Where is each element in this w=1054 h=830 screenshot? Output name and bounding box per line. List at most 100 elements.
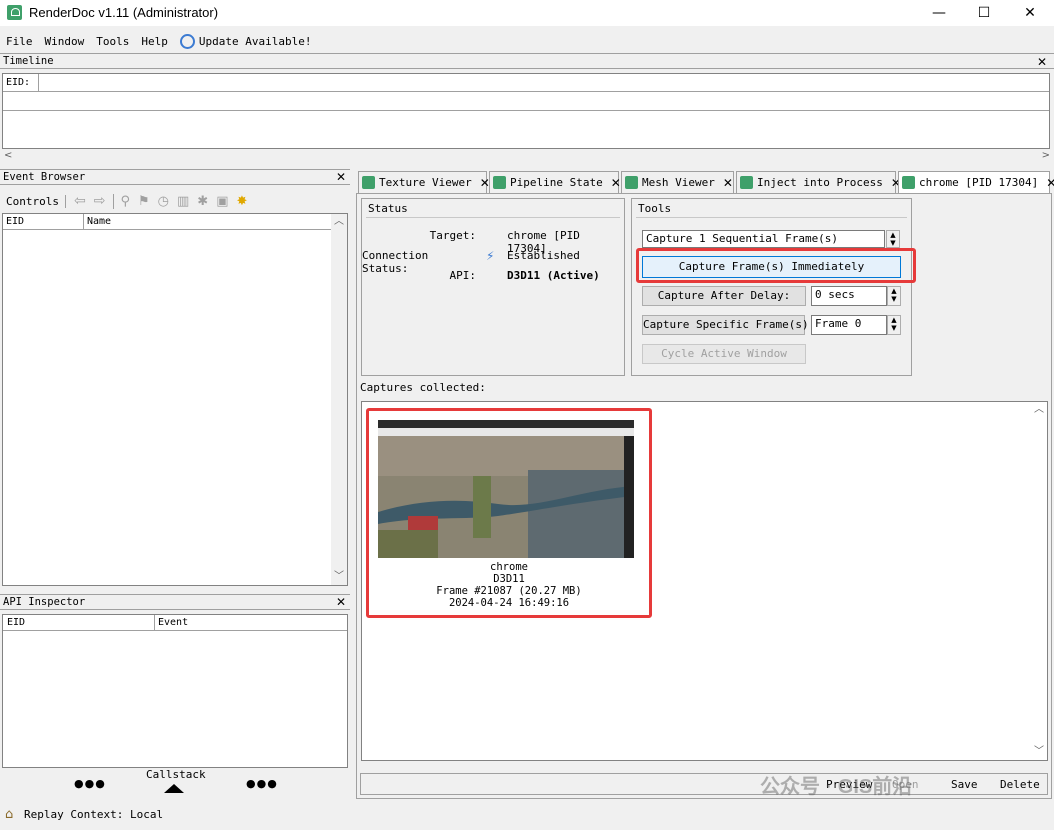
timeline-close-icon[interactable]: ✕: [1035, 55, 1049, 69]
renderdoc-tab-icon: [362, 176, 375, 189]
cycle-active-window-button[interactable]: Cycle Active Window: [642, 344, 806, 364]
scroll-down-icon[interactable]: ﹀: [1031, 744, 1047, 760]
column-divider: [83, 214, 84, 229]
back-arrow-icon[interactable]: ⇦: [74, 193, 86, 209]
update-available-link[interactable]: Update Available!: [179, 33, 312, 49]
timeline-title: Timeline: [3, 55, 54, 67]
event-browser-tree[interactable]: EID Name ︿ ﹀: [2, 213, 348, 586]
event-browser-toolbar: Controls ⇦ ⇨ ⚲ ⚑ ◷ ▥ ✱ ▣ ✸: [2, 189, 348, 213]
delay-field[interactable]: 0 secs: [811, 286, 887, 306]
window-title: RenderDoc v1.11 (Administrator): [29, 5, 219, 20]
capture-frame: Frame #21087 (20.27 MB): [436, 585, 582, 597]
column-eid[interactable]: EID: [6, 214, 24, 229]
timeline-divider: [3, 110, 1049, 111]
callstack-label[interactable]: Callstack: [146, 768, 206, 781]
save-button[interactable]: Save: [951, 778, 978, 791]
renderdoc-tab-icon: [902, 176, 915, 189]
tab-close-icon[interactable]: ✕: [1046, 176, 1054, 190]
tab-mesh-viewer[interactable]: Mesh Viewer ✕: [621, 171, 734, 193]
column-eid[interactable]: EID: [7, 615, 25, 630]
scroll-up-icon[interactable]: ︿: [331, 214, 347, 230]
callstack-splitter-left-dots[interactable]: ●●●: [74, 777, 106, 790]
capture-immediately-button[interactable]: Capture Frame(s) Immediately: [642, 256, 901, 278]
tab-label: Mesh Viewer: [642, 176, 715, 189]
scroll-up-icon[interactable]: ︿: [1031, 402, 1047, 418]
home-icon: ⌂: [5, 807, 14, 822]
tab-close-icon[interactable]: ✕: [611, 176, 621, 190]
menu-tools[interactable]: Tools: [96, 35, 129, 48]
capture-name: chrome: [490, 561, 528, 573]
tab-pipeline-state[interactable]: Pipeline State ✕: [489, 171, 621, 193]
renderdoc-tab-icon: [625, 176, 638, 189]
api-inspector-header: API Inspector: [0, 594, 350, 610]
api-inspector-tree[interactable]: EID Event: [2, 614, 348, 768]
menu-file[interactable]: File: [6, 35, 33, 48]
captures-scrollbar[interactable]: ︿ ﹀: [1031, 402, 1047, 760]
event-browser-column-header: EID Name: [3, 214, 332, 230]
statistics-chart-icon[interactable]: ▥: [177, 194, 189, 209]
scroll-right-icon[interactable]: >: [1042, 150, 1050, 161]
api-inspector-column-header: EID Event: [3, 615, 347, 631]
update-available-label: Update Available!: [198, 34, 312, 48]
capture-item[interactable]: chrome D3D11 Frame #21087 (20.27 MB) 202…: [366, 408, 652, 618]
column-event[interactable]: Event: [158, 615, 188, 630]
forward-arrow-icon[interactable]: ⇨: [94, 193, 106, 209]
timeline-eid-label: EID:: [3, 74, 39, 92]
tab-texture-viewer[interactable]: Texture Viewer ✕: [358, 171, 490, 193]
scroll-down-icon[interactable]: ﹀: [331, 569, 347, 585]
column-divider: [154, 615, 155, 630]
callstack-expand-arrow-icon[interactable]: [164, 784, 184, 793]
capture-after-delay-button[interactable]: Capture After Delay:: [642, 286, 806, 306]
event-browser-close-icon[interactable]: ✕: [334, 170, 348, 184]
find-binoculars-icon[interactable]: ⚲: [113, 193, 130, 209]
capture-actions-bar: [360, 773, 1048, 795]
connection-plug-icon: ⚡: [486, 249, 495, 263]
status-group-title: Status: [368, 202, 408, 215]
column-name[interactable]: Name: [87, 214, 111, 229]
timeline-eid-track[interactable]: [39, 74, 1049, 92]
status-bar: ⌂ Replay Context: Local: [0, 802, 1054, 830]
scroll-left-icon[interactable]: <: [4, 150, 12, 161]
replay-context-label[interactable]: Replay Context: Local: [24, 808, 163, 821]
minimize-button[interactable]: —: [916, 0, 962, 26]
tab-chrome-capture[interactable]: chrome [PID 17304] ✕: [898, 171, 1054, 193]
sequential-frames-field[interactable]: Capture 1 Sequential Frame(s): [642, 230, 885, 248]
callstack-splitter-right-dots[interactable]: ●●●: [246, 777, 278, 790]
api-inspector-title: API Inspector: [3, 596, 86, 608]
event-browser-header: Event Browser: [0, 169, 350, 185]
tab-inject-into-process[interactable]: Inject into Process ✕: [736, 171, 901, 193]
event-browser-scrollbar[interactable]: ︿ ﹀: [331, 214, 347, 585]
tab-label: chrome [PID 17304]: [919, 176, 1039, 189]
api-inspector-close-icon[interactable]: ✕: [334, 595, 348, 609]
maximize-button[interactable]: ☐: [961, 0, 1007, 26]
connection-status-value: Established: [507, 249, 580, 262]
captures-list[interactable]: ︿ ﹀ chrome D3D11 Frame #21087 (20.27 MB)…: [361, 401, 1048, 761]
close-window-button[interactable]: ✕: [1007, 0, 1053, 26]
delete-button[interactable]: Delete: [1000, 778, 1040, 791]
bookmark-flag-icon[interactable]: ⚑: [138, 194, 150, 209]
menu-help[interactable]: Help: [141, 35, 168, 48]
tab-close-icon[interactable]: ✕: [723, 176, 733, 190]
watermark: 公众号 · GIS前沿: [760, 776, 913, 798]
timeline-header: Timeline: [0, 53, 1054, 69]
tab-label: Pipeline State: [510, 176, 603, 189]
colorize-star-icon[interactable]: ✸: [236, 194, 247, 209]
save-disk-icon[interactable]: ▣: [216, 194, 228, 209]
settings-gear-icon[interactable]: ✱: [197, 194, 208, 209]
frame-spinner[interactable]: ▲ ▼: [887, 315, 901, 335]
menu-window[interactable]: Window: [45, 35, 85, 48]
renderdoc-tab-icon: [740, 176, 753, 189]
event-browser-title: Event Browser: [3, 171, 86, 183]
tools-group: Tools Capture 1 Sequential Frame(s) ▲ ▼ C…: [631, 198, 916, 376]
capture-thumbnail: [378, 420, 634, 558]
timer-clock-icon[interactable]: ◷: [158, 194, 169, 209]
timeline-area[interactable]: EID:: [2, 73, 1050, 149]
delay-spinner[interactable]: ▲ ▼: [887, 286, 901, 306]
timeline-horizontal-scrollbar[interactable]: < >: [0, 150, 1054, 164]
status-group-divider: [366, 217, 620, 218]
capture-specific-frame-button[interactable]: Capture Specific Frame(s):: [642, 315, 815, 335]
sequential-frames-spinner[interactable]: ▲ ▼: [886, 230, 900, 248]
frame-field[interactable]: Frame 0: [811, 315, 887, 335]
capture-api: D3D11: [493, 573, 525, 585]
capture-info: chrome D3D11 Frame #21087 (20.27 MB) 202…: [369, 561, 649, 609]
